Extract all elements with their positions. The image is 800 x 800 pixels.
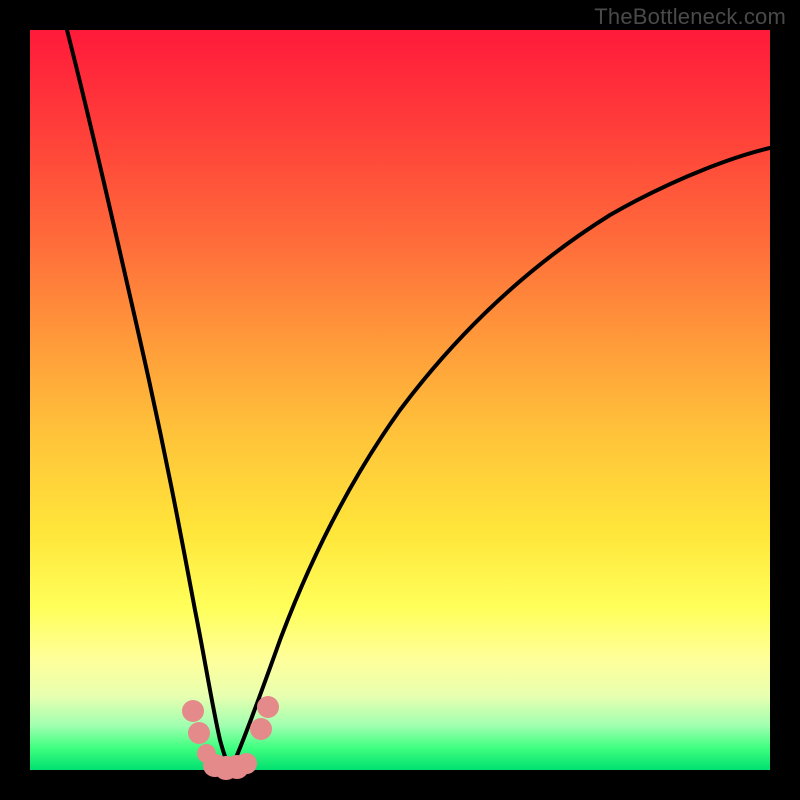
- data-marker: [182, 700, 204, 722]
- data-marker: [188, 722, 210, 744]
- outer-frame: TheBottleneck.com: [0, 0, 800, 800]
- curve-right-branch: [231, 148, 770, 769]
- bottleneck-curve: [30, 30, 770, 770]
- plot-area: [30, 30, 770, 770]
- data-marker: [236, 753, 257, 774]
- watermark-text: TheBottleneck.com: [594, 4, 786, 30]
- curve-left-branch: [67, 30, 231, 769]
